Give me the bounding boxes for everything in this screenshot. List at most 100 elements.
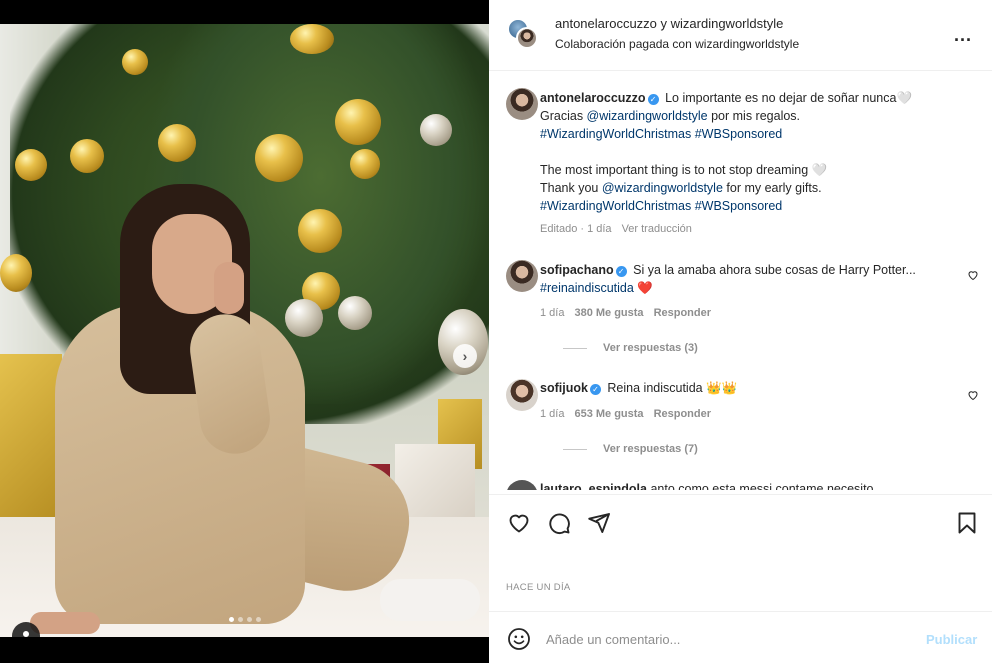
commenter-username[interactable]: lautaro_espindola — [540, 482, 647, 490]
hashtag-link[interactable]: #WBSponsored — [695, 199, 783, 213]
post-actions — [489, 494, 992, 548]
ornament — [335, 99, 381, 145]
caption-line: The most important thing is to not stop … — [540, 163, 828, 177]
post-authors: antonelaroccuzzo y wizardingworldstyle — [555, 16, 783, 31]
caption-line: Gracias — [540, 109, 587, 123]
mention-link[interactable]: @wizardingworldstyle — [602, 181, 723, 195]
mention-link[interactable]: @wizardingworldstyle — [587, 109, 708, 123]
ornament — [158, 124, 196, 162]
comment-like-heart-icon[interactable] — [967, 269, 979, 281]
comment-text: sofijuok ✓ Reina indiscutida 👑👑 — [540, 379, 950, 397]
ornament — [298, 209, 342, 253]
gift-box — [0, 354, 62, 519]
ornament — [0, 254, 32, 292]
user-tag-icon — [23, 631, 29, 637]
paid-partnership-label: Colaboración pagada con wizardingworldst… — [555, 37, 799, 51]
ornament — [70, 139, 104, 173]
ornament — [255, 134, 303, 182]
ornament — [350, 149, 380, 179]
collaborator-username[interactable]: wizardingworldstyle — [671, 16, 784, 31]
comment-body: Reina indiscutida 👑👑 — [607, 381, 738, 395]
post-details-panel: antonelaroccuzzo y wizardingworldstyle C… — [489, 0, 992, 663]
view-replies-label: Ver respuestas (3) — [603, 342, 698, 354]
comment-text: sofipachano ✓ Si ya la amaba ahora sube c… — [540, 261, 950, 297]
ornament — [420, 114, 452, 146]
comment-emoji: ❤️ — [633, 281, 653, 295]
commenter-avatar[interactable] — [506, 260, 538, 292]
comment-time: 1 día — [540, 307, 565, 319]
hashtag-link[interactable]: #reinaindiscutida — [540, 281, 634, 295]
commenter-avatar[interactable] — [506, 379, 538, 411]
comment-likes[interactable]: 380 Me gusta — [574, 307, 643, 319]
see-translation-link[interactable]: Ver traducción — [622, 223, 692, 235]
verified-badge-icon: ✓ — [589, 384, 601, 395]
caption-edited-time: Editado · 1 día — [540, 223, 612, 235]
author-avatar[interactable] — [516, 27, 538, 49]
comment-body: anto como esta messi contame necesito — [650, 482, 874, 490]
emoji-icon[interactable] — [507, 627, 531, 651]
heart-icon[interactable] — [507, 511, 531, 535]
caption-text: antonelaroccuzzo ✓ Lo importante es no de… — [540, 89, 950, 215]
ornament — [285, 299, 323, 337]
add-comment-bar: Publicar — [489, 611, 992, 663]
person-sock — [380, 579, 480, 621]
replies-divider — [563, 347, 587, 349]
author-username[interactable]: antonelaroccuzzo — [555, 16, 657, 31]
comment-meta: 1 día 653 Me gusta Responder — [540, 408, 721, 420]
hashtag-link[interactable]: #WizardingWorldChristmas — [540, 127, 691, 141]
caption-author-avatar[interactable] — [506, 88, 538, 120]
post-header: antonelaroccuzzo y wizardingworldstyle C… — [489, 0, 992, 71]
caption-line: Lo importante es no dejar de soñar nunca… — [665, 91, 913, 105]
carousel-dot — [246, 617, 252, 622]
verified-badge-icon: ✓ — [615, 266, 627, 277]
comment-like-heart-icon[interactable] — [967, 389, 979, 401]
comment-text: lautaro_espindola anto como esta messi c… — [540, 480, 950, 490]
caption-line: por mis regalos. — [707, 109, 801, 123]
person-hand — [30, 612, 100, 634]
comment-body: Si ya la amaba ahora sube cosas de Harry… — [633, 263, 916, 277]
carousel-dot — [255, 617, 261, 622]
caption-meta: Editado · 1 día Ver traducción — [540, 223, 702, 235]
view-replies-button[interactable]: Ver respuestas (3) — [563, 342, 698, 354]
carousel-dot — [237, 617, 243, 622]
comments-list[interactable]: antonelaroccuzzo ✓ Lo importante es no de… — [489, 72, 992, 490]
comment-meta: 1 día 380 Me gusta Responder — [540, 307, 721, 319]
commenter-username[interactable]: sofijuok — [540, 381, 588, 395]
paid-partnership-prefix: Colaboración pagada con — [555, 37, 696, 51]
authors-conjunction: y — [656, 16, 671, 31]
caption-line: for my early gifts. — [722, 181, 822, 195]
verified-badge-icon: ✓ — [647, 94, 659, 105]
comment-time: 1 día — [540, 408, 565, 420]
send-icon[interactable] — [587, 511, 611, 535]
bookmark-icon[interactable] — [955, 511, 979, 535]
paid-partnership-partner[interactable]: wizardingworldstyle — [695, 37, 799, 51]
commenter-avatar[interactable] — [506, 480, 538, 490]
publish-button[interactable]: Publicar — [926, 632, 977, 647]
replies-divider — [563, 448, 587, 450]
view-replies-label: Ver respuestas (7) — [603, 443, 698, 455]
caption-username[interactable]: antonelaroccuzzo — [540, 91, 646, 105]
hashtag-link[interactable]: #WBSponsored — [695, 127, 783, 141]
carousel-dot — [228, 617, 234, 622]
reply-button[interactable]: Responder — [654, 307, 711, 319]
commenter-username[interactable]: sofipachano — [540, 263, 614, 277]
chevron-right-icon: › — [462, 348, 468, 364]
post-timestamp[interactable]: HACE UN DÍA — [506, 582, 571, 593]
carousel-indicator — [0, 617, 489, 622]
hashtag-link[interactable]: #WizardingWorldChristmas — [540, 199, 691, 213]
post-image[interactable]: › — [0, 24, 489, 637]
comment-icon[interactable] — [547, 511, 571, 535]
reply-button[interactable]: Responder — [654, 408, 711, 420]
caption-line: Thank you — [540, 181, 602, 195]
post-modal: › antonelaroccuzzo y wizardingworldstyle… — [0, 0, 992, 663]
comment-likes[interactable]: 653 Me gusta — [574, 408, 643, 420]
ornament — [15, 149, 47, 181]
ornament — [122, 49, 148, 75]
ornament — [290, 24, 334, 54]
ornament — [338, 296, 372, 330]
more-options-button[interactable]: ... — [954, 25, 972, 46]
person-hand — [214, 262, 244, 314]
comment-input[interactable] — [546, 626, 896, 652]
next-slide-button[interactable]: › — [453, 344, 477, 368]
view-replies-button[interactable]: Ver respuestas (7) — [563, 443, 698, 455]
